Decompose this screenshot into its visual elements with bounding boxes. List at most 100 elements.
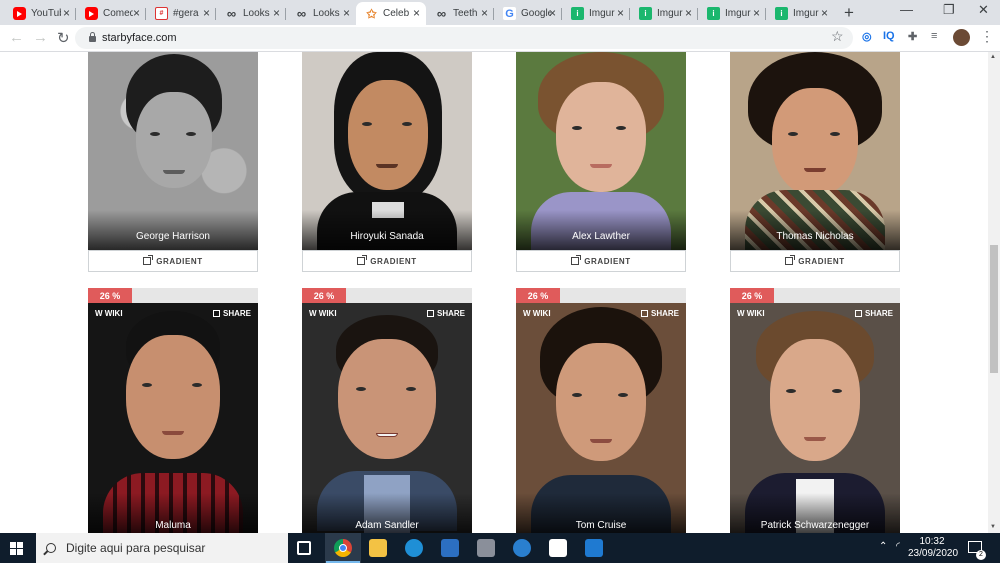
page-content: George Harrison GRADIENT Hiroyuki Sanada…: [0, 52, 988, 533]
celebrity-name: Alex Lawther: [572, 231, 630, 242]
file-explorer-icon[interactable]: [369, 539, 387, 557]
chevron-up-icon[interactable]: ⌃: [879, 541, 887, 552]
tab-imgur-3[interactable]: i Imgur ×: [698, 2, 766, 25]
close-tab-icon[interactable]: ×: [549, 6, 556, 20]
celebrity-photo[interactable]: Hiroyuki Sanada: [302, 52, 472, 250]
share-icon: [640, 310, 648, 317]
lock-icon: [89, 32, 96, 42]
gradient-button[interactable]: GRADIENT: [88, 250, 258, 272]
celebrity-photo[interactable]: W WIKI SHARE Maluma: [88, 303, 258, 533]
tab-celebs-active[interactable]: ✩ Celeb ×: [356, 2, 426, 25]
tab-looks-2[interactable]: ∞ Looks ×: [286, 2, 356, 25]
scroll-up-arrow-icon[interactable]: ▲: [990, 54, 996, 60]
close-tab-icon[interactable]: ×: [481, 6, 488, 20]
clock-time: 10:32: [919, 536, 945, 547]
similarity-percent-badge: 26 %: [88, 288, 132, 303]
celebrity-name: Maluma: [155, 520, 191, 531]
reading-list-icon[interactable]: ≡: [931, 30, 937, 42]
address-bar[interactable]: starbyface.com: [75, 27, 853, 49]
celebrity-photo[interactable]: Alex Lawther: [516, 52, 686, 250]
similarity-bar: 26 %: [302, 288, 472, 303]
tab-imgur-1[interactable]: i Imgur ×: [562, 2, 630, 25]
celebrity-photo[interactable]: W WIKI SHARE Patrick Schwarzenegger: [730, 303, 900, 533]
tab-hashtag[interactable]: # #gera ×: [146, 2, 216, 25]
windows-taskbar: Digite aqui para pesquisar ⌃ ◜ 10:32 23/…: [0, 533, 1000, 563]
button-label: GRADIENT: [584, 256, 631, 266]
google-icon: G: [503, 7, 516, 20]
close-tab-icon[interactable]: ×: [133, 6, 140, 20]
profile-avatar[interactable]: [953, 29, 970, 46]
scroll-down-arrow-icon[interactable]: ▼: [990, 524, 996, 530]
close-tab-icon[interactable]: ×: [753, 6, 760, 20]
close-window-icon[interactable]: ✕: [978, 2, 989, 18]
infinity-icon: ∞: [436, 6, 447, 21]
close-tab-icon[interactable]: ×: [343, 6, 350, 20]
tab-youtube-comedy[interactable]: Comedy ×: [76, 2, 146, 25]
tab-looks-1[interactable]: ∞ Looks ×: [216, 2, 286, 25]
wiki-link[interactable]: W WIKI: [523, 309, 551, 318]
taskbar-search-box[interactable]: Digite aqui para pesquisar: [36, 533, 288, 563]
share-link[interactable]: SHARE: [212, 309, 251, 318]
windows-start-icon[interactable]: [10, 542, 23, 555]
chrome-taskbar-slot[interactable]: [325, 533, 361, 563]
globe-icon[interactable]: [513, 539, 531, 557]
tab-google[interactable]: G Google ×: [494, 2, 562, 25]
close-tab-icon[interactable]: ×: [273, 6, 280, 20]
share-link[interactable]: SHARE: [426, 309, 465, 318]
search-icon: [46, 543, 56, 553]
microsoft-store-icon[interactable]: [549, 539, 567, 557]
share-link[interactable]: SHARE: [854, 309, 893, 318]
gradient-button[interactable]: GRADIENT: [730, 250, 900, 272]
similarity-bar: 26 %: [730, 288, 900, 303]
tab-title: Imgur: [793, 8, 819, 19]
close-tab-icon[interactable]: ×: [203, 6, 210, 20]
camera-icon[interactable]: [477, 539, 495, 557]
task-view-icon[interactable]: [297, 541, 311, 555]
gradient-button[interactable]: GRADIENT: [516, 250, 686, 272]
restore-window-icon[interactable]: ❐: [943, 2, 955, 18]
close-tab-icon[interactable]: ×: [685, 6, 692, 20]
celebrity-photo[interactable]: W WIKI SHARE Tom Cruise: [516, 303, 686, 533]
tab-imgur-2[interactable]: i Imgur ×: [630, 2, 698, 25]
wifi-icon[interactable]: ◜: [896, 541, 900, 552]
menu-kebab-icon[interactable]: ⋮: [980, 28, 994, 45]
celebrity-photo[interactable]: Thomas Nicholas: [730, 52, 900, 250]
celebrity-photo[interactable]: W WIKI SHARE Adam Sandler: [302, 303, 472, 533]
close-tab-icon[interactable]: ×: [413, 6, 420, 20]
browser-toolbar: ← → ↻ starbyface.com ☆ ◎ IQ ✚ ≡ ⋮: [0, 25, 1000, 52]
iq-extension-icon[interactable]: IQ: [883, 30, 895, 42]
minimize-icon[interactable]: —: [900, 2, 913, 17]
celebrity-photo[interactable]: George Harrison: [88, 52, 258, 250]
tab-title: Looks: [243, 8, 270, 19]
tab-youtube[interactable]: YouTube ×: [4, 2, 76, 25]
reload-icon[interactable]: ↻: [57, 29, 70, 47]
close-tab-icon[interactable]: ×: [617, 6, 624, 20]
share-link[interactable]: SHARE: [640, 309, 679, 318]
wiki-link[interactable]: W WIKI: [95, 309, 123, 318]
edge-browser-icon[interactable]: [405, 539, 423, 557]
celebrity-name: Tom Cruise: [575, 520, 627, 531]
wiki-link[interactable]: W WIKI: [309, 309, 337, 318]
extension-icon[interactable]: ◎: [862, 30, 872, 43]
forward-arrow-icon[interactable]: →: [33, 29, 48, 46]
tab-title: YouTube: [31, 8, 61, 19]
bookmark-star-icon[interactable]: ☆: [831, 28, 844, 45]
mail-icon[interactable]: [585, 539, 603, 557]
new-tab-button[interactable]: +: [844, 3, 854, 23]
tab-title: Imgur: [657, 8, 683, 19]
scrollbar-thumb[interactable]: [990, 245, 998, 373]
back-arrow-icon[interactable]: ←: [9, 29, 24, 46]
tab-imgur-4[interactable]: i Imgur ×: [766, 2, 834, 25]
tab-teeth[interactable]: ∞ Teeth ×: [426, 2, 494, 25]
close-tab-icon[interactable]: ×: [63, 6, 70, 20]
similarity-percent-badge: 26 %: [730, 288, 774, 303]
extensions-puzzle-icon[interactable]: ✚: [908, 30, 917, 43]
button-label: GRADIENT: [798, 256, 845, 266]
wiki-link[interactable]: W WIKI: [737, 309, 765, 318]
share-arrow-icon: [143, 255, 154, 265]
gradient-button[interactable]: GRADIENT: [302, 250, 472, 272]
video-app-icon[interactable]: [441, 539, 459, 557]
celebrity-name: Patrick Schwarzenegger: [760, 520, 870, 531]
close-tab-icon[interactable]: ×: [821, 6, 828, 20]
taskbar-clock[interactable]: 10:32 23/09/2020: [908, 536, 958, 560]
